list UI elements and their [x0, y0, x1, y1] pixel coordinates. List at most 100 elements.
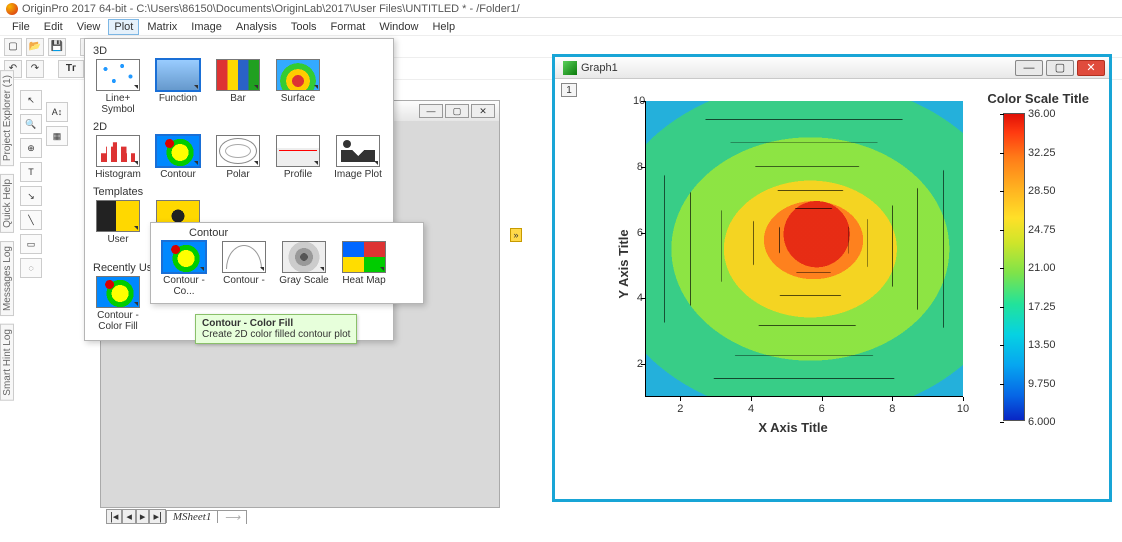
menu-window[interactable]: Window — [373, 19, 424, 35]
menu-plot[interactable]: Plot — [108, 19, 139, 35]
tool-arrow-icon[interactable]: ↘ — [20, 186, 42, 206]
contour-icon — [156, 135, 200, 167]
tool-rect-icon[interactable]: ▭ — [20, 234, 42, 254]
tool-line-icon[interactable]: ╲ — [20, 210, 42, 230]
recent-contour[interactable]: Contour - Color Fill — [91, 276, 145, 332]
menu-image[interactable]: Image — [185, 19, 228, 35]
tool-text2-icon[interactable]: T — [20, 162, 42, 182]
side-tab-smart-hint-log[interactable]: Smart Hint Log — [0, 324, 14, 401]
menu-help[interactable]: Help — [426, 19, 461, 35]
g2d-contour[interactable]: Contour — [151, 135, 205, 180]
g2d-polar[interactable]: Polar — [211, 135, 265, 180]
graph-minimize-icon[interactable]: — — [1015, 60, 1043, 76]
colorbar-tick: 28.50 — [1028, 185, 1056, 197]
colorbar[interactable]: 36.0032.2528.5024.7521.0017.2513.509.750… — [1003, 113, 1025, 421]
plot-item-label: Histogram — [95, 169, 141, 180]
contour-flyout: Contour Contour - Co...Contour - Gray Sc… — [150, 222, 424, 304]
flyout-heat[interactable]: Heat Map — [337, 241, 391, 297]
sheet-tabs: |◂ ◂ ▸ ▸| MSheet1 ⟶ — [106, 509, 247, 524]
x-axis-label[interactable]: X Axis Title — [758, 420, 827, 435]
contour-icon — [162, 241, 206, 273]
flyout-lines[interactable]: Contour - — [217, 241, 271, 297]
graph-close-icon[interactable]: ✕ — [1077, 60, 1105, 76]
g3d-surf[interactable]: Surface — [271, 59, 325, 115]
tool-redo-icon[interactable]: ↷ — [26, 60, 44, 78]
profile-icon — [276, 135, 320, 167]
tool-new-icon[interactable]: ▢ — [4, 38, 22, 56]
x-tick: 6 — [819, 403, 825, 415]
y-axis-label[interactable]: Y Axis Title — [616, 229, 631, 298]
flyout-contour[interactable]: Contour - Co... — [157, 241, 211, 297]
surf-icon — [276, 59, 320, 91]
graph-window-icon — [563, 61, 577, 75]
graph-maximize-icon[interactable]: ▢ — [1046, 60, 1074, 76]
bar3d-icon — [216, 59, 260, 91]
tool-save-icon[interactable]: 💾 — [48, 38, 66, 56]
colorbar-tick: 6.000 — [1028, 416, 1056, 428]
sheet-tab-msheet1[interactable]: MSheet1 — [166, 510, 218, 523]
g2d-profile[interactable]: Profile — [271, 135, 325, 180]
plot-item-label: Line+ Symbol — [91, 93, 145, 115]
sheet-nav-prev-icon[interactable]: ◂ — [122, 509, 136, 524]
g3d-func[interactable]: Function — [151, 59, 205, 115]
mdi-maximize-icon[interactable]: ▢ — [445, 104, 469, 118]
templates-user[interactable]: User — [91, 200, 145, 256]
colorbar-title[interactable]: Color Scale Title — [987, 91, 1089, 106]
g3d-bar3d[interactable]: Bar — [211, 59, 265, 115]
g2d-image[interactable]: Image Plot — [331, 135, 385, 180]
tool-open-icon[interactable]: 📂 — [26, 38, 44, 56]
sheet-nav-last-icon[interactable]: ▸| — [149, 509, 165, 524]
x-tick: 4 — [748, 403, 754, 415]
matrix-marker-icon[interactable]: » — [510, 228, 522, 242]
plot-item-label: Contour - — [223, 275, 265, 286]
menu-edit[interactable]: Edit — [38, 19, 69, 35]
tool-text-icon[interactable]: Tг — [58, 60, 84, 78]
graph-window[interactable]: Graph1 — ▢ ✕ 1 Y Axis Title X Axis Title… — [552, 54, 1112, 502]
graph-title: Graph1 — [581, 62, 618, 74]
plot-item-label: Heat Map — [342, 275, 385, 286]
image-icon — [336, 135, 380, 167]
side-tab-quick-help[interactable]: Quick Help — [0, 174, 14, 233]
menu-analysis[interactable]: Analysis — [230, 19, 283, 35]
g2d-hist[interactable]: Histogram — [91, 135, 145, 180]
func-icon — [156, 59, 200, 91]
mdi-minimize-icon[interactable]: — — [419, 104, 443, 118]
menubar: File Edit View Plot Matrix Image Analysi… — [0, 18, 1122, 36]
sheet-nav-next-icon[interactable]: ▸ — [136, 509, 150, 524]
scatter-icon — [96, 59, 140, 91]
tool-pointer-icon[interactable]: ↖ — [20, 90, 42, 110]
plot-item-label: User — [107, 234, 128, 245]
colorbar-tick: 32.25 — [1028, 147, 1056, 159]
menu-matrix[interactable]: Matrix — [141, 19, 183, 35]
plot-item-label: Image Plot — [334, 169, 382, 180]
tool-reader-icon[interactable]: ⊕ — [20, 138, 42, 158]
mdi-close-icon[interactable]: ✕ — [471, 104, 495, 118]
tool-sort-icon[interactable]: A↕ — [46, 102, 68, 122]
sheet-tab-scroll: ⟶ — [218, 510, 247, 524]
hist-icon — [96, 135, 140, 167]
sheet-nav-first-icon[interactable]: |◂ — [106, 509, 122, 524]
tooltip-desc: Create 2D color filled contour plot — [202, 329, 350, 340]
colorbar-tick: 36.00 — [1028, 108, 1056, 120]
menu-format[interactable]: Format — [325, 19, 372, 35]
side-tab-messages-log[interactable]: Messages Log — [0, 241, 14, 316]
tooltip-title: Contour - Color Fill — [202, 318, 350, 329]
side-tab-project-explorer[interactable]: Project Explorer (1) — [0, 70, 14, 166]
menu-tools[interactable]: Tools — [285, 19, 323, 35]
plot-item-label: Contour - Color Fill — [91, 310, 145, 332]
menu-file[interactable]: File — [6, 19, 36, 35]
plot-item-label: Gray Scale — [279, 275, 328, 286]
flyout-gray[interactable]: Gray Scale — [277, 241, 331, 297]
plot-area[interactable]: Y Axis Title X Axis Title 246810246810 — [623, 101, 963, 427]
tool-region-icon[interactable]: ◌ — [20, 258, 42, 278]
layer-badge[interactable]: 1 — [561, 83, 577, 97]
g3d-scatter[interactable]: Line+ Symbol — [91, 59, 145, 115]
graph-titlebar[interactable]: Graph1 — ▢ ✕ — [555, 57, 1109, 79]
tool-mask-icon[interactable]: ▦ — [46, 126, 68, 146]
tooltip: Contour - Color Fill Create 2D color fil… — [195, 314, 357, 344]
menu-view[interactable]: View — [71, 19, 107, 35]
plot-menu-3d-title: 3D — [93, 45, 387, 57]
x-tick: 2 — [677, 403, 683, 415]
tool-zoom-icon[interactable]: 🔍 — [20, 114, 42, 134]
user-icon — [96, 200, 140, 232]
